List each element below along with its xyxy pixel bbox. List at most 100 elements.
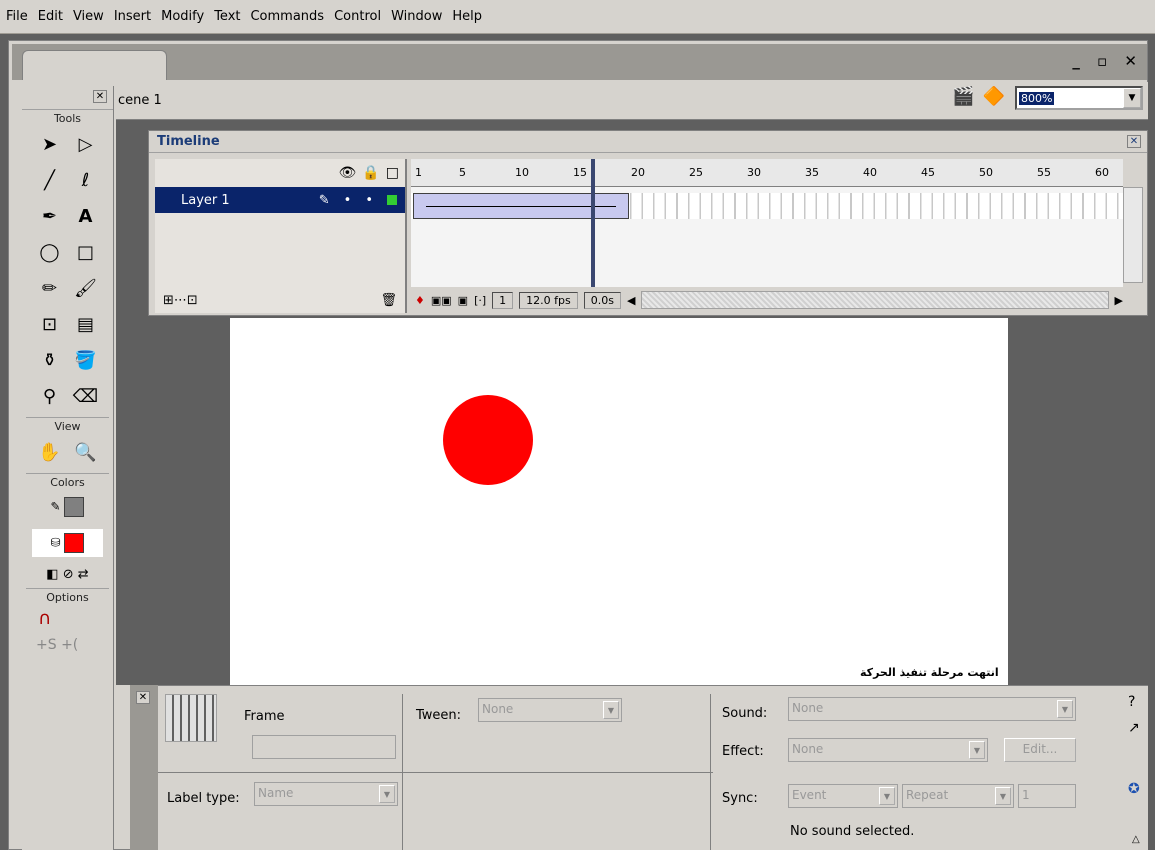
oval-tool-icon[interactable]: ◯ bbox=[32, 237, 68, 267]
edit-scene-icon[interactable]: 🎬 bbox=[952, 86, 974, 107]
no-color-icon[interactable]: ⊘ bbox=[63, 567, 74, 582]
toolbox-divider bbox=[26, 588, 109, 589]
smooth-straighten-icon[interactable]: +S +( bbox=[22, 637, 113, 653]
sound-value: None bbox=[792, 701, 824, 715]
layer-row[interactable]: Layer 1 ✎ • • bbox=[155, 187, 405, 213]
chevron-down-icon[interactable]: ▼ bbox=[1123, 88, 1141, 108]
visible-dot-icon[interactable]: • bbox=[344, 193, 352, 208]
fill-color-row: ⛁ bbox=[32, 529, 103, 557]
repeat-count-input[interactable]: 1 bbox=[1018, 784, 1076, 808]
collapse-icon[interactable]: △ bbox=[1132, 834, 1140, 845]
lock-dot-icon[interactable]: • bbox=[365, 193, 373, 208]
ink-bottle-tool-icon[interactable]: ⚱ bbox=[32, 345, 68, 375]
timeline-horizontal-scrollbar[interactable] bbox=[641, 291, 1109, 309]
chevron-down-icon[interactable]: ▼ bbox=[1057, 700, 1073, 718]
chevron-down-icon[interactable]: ▼ bbox=[379, 785, 395, 803]
menu-edit[interactable]: Edit bbox=[38, 9, 63, 24]
center-frame-icon[interactable]: ♦ bbox=[415, 294, 425, 307]
menu-file[interactable]: File bbox=[6, 9, 28, 24]
window-controls[interactable]: _ ▫ ✕ bbox=[1072, 52, 1143, 70]
scroll-left-icon[interactable]: ◀ bbox=[627, 294, 635, 307]
edit-multiple-frames-icon[interactable]: ▣ bbox=[458, 294, 468, 307]
close-icon[interactable]: ✕ bbox=[93, 90, 107, 103]
lock-icon[interactable]: 🔒 bbox=[362, 165, 379, 181]
chevron-down-icon[interactable]: ▼ bbox=[995, 787, 1011, 805]
menu-help[interactable]: Help bbox=[452, 9, 482, 24]
playhead[interactable] bbox=[591, 159, 595, 287]
frame-ruler[interactable]: 1 5 10 15 20 25 30 35 40 45 50 55 60 bbox=[411, 159, 1123, 187]
view-section-label: View bbox=[54, 420, 81, 433]
eyedropper-tool-icon[interactable]: ⚲ bbox=[32, 381, 68, 411]
document-tab[interactable] bbox=[22, 50, 167, 80]
menu-window[interactable]: Window bbox=[391, 9, 442, 24]
hand-tool-icon[interactable]: ✋ bbox=[32, 437, 68, 467]
sync-select[interactable]: Event ▼ bbox=[788, 784, 898, 808]
brush-tool-icon[interactable]: 🖌 bbox=[68, 273, 104, 303]
modify-onion-markers-icon[interactable]: [·] bbox=[474, 294, 486, 307]
scene-label[interactable]: cene 1 bbox=[118, 93, 162, 108]
zoom-select[interactable]: 800% ▼ bbox=[1015, 86, 1143, 110]
timeline-vertical-scrollbar[interactable] bbox=[1123, 187, 1143, 283]
edit-symbols-icon[interactable]: 🔶 bbox=[983, 86, 1005, 107]
ruler-tick: 60 bbox=[1095, 166, 1109, 179]
fill-transform-tool-icon[interactable]: ▤ bbox=[68, 309, 104, 339]
toolbox-header[interactable]: ✕ bbox=[22, 86, 113, 110]
menu-modify[interactable]: Modify bbox=[161, 9, 204, 24]
pencil-icon: ✎ bbox=[318, 192, 330, 208]
help-icon[interactable]: ? bbox=[1128, 694, 1135, 710]
pencil-tool-icon[interactable]: ✏ bbox=[32, 273, 68, 303]
eye-icon[interactable]: 👁 bbox=[339, 165, 357, 181]
layer-header: 👁 🔒 □ bbox=[155, 159, 405, 187]
onion-skin-icon[interactable]: ▣▣ bbox=[431, 294, 452, 307]
snap-magnet-icon[interactable]: ∩ bbox=[22, 608, 113, 629]
zoom-tool-icon[interactable]: 🔍 bbox=[68, 437, 104, 467]
trash-icon[interactable]: 🗑 bbox=[380, 293, 397, 308]
close-icon[interactable]: ✕ bbox=[136, 691, 150, 704]
label-type-select[interactable]: Name ▼ bbox=[254, 782, 398, 806]
outline-color-icon[interactable] bbox=[387, 195, 397, 205]
launch-icon[interactable]: ↗ bbox=[1128, 720, 1140, 736]
repeat-select[interactable]: Repeat ▼ bbox=[902, 784, 1014, 808]
chevron-down-icon[interactable]: ▼ bbox=[879, 787, 895, 805]
tween-select[interactable]: None ▼ bbox=[478, 698, 622, 722]
menu-control[interactable]: Control bbox=[334, 9, 381, 24]
accessibility-icon[interactable]: ✪ bbox=[1128, 781, 1140, 797]
stage[interactable] bbox=[230, 318, 1008, 688]
chevron-down-icon[interactable]: ▼ bbox=[969, 741, 985, 759]
stroke-color-swatch[interactable] bbox=[64, 497, 85, 517]
rectangle-tool-icon[interactable]: □ bbox=[68, 237, 104, 267]
subselect-tool-icon[interactable]: ▷ bbox=[68, 129, 104, 159]
fill-color-swatch[interactable] bbox=[64, 533, 85, 553]
lasso-tool-icon[interactable]: ℓ bbox=[68, 165, 104, 195]
document-tab-strip bbox=[12, 44, 1147, 80]
frame-name-input[interactable] bbox=[252, 735, 396, 759]
line-tool-icon[interactable]: ╱ bbox=[32, 165, 68, 195]
default-colors-icon[interactable]: ◧ bbox=[46, 567, 58, 582]
stroke-color-row: ✎ bbox=[22, 497, 113, 517]
sound-select[interactable]: None ▼ bbox=[788, 697, 1076, 721]
free-transform-tool-icon[interactable]: ⊡ bbox=[32, 309, 68, 339]
property-inspector-grip[interactable]: ✕ bbox=[130, 685, 158, 850]
scroll-right-icon[interactable]: ▶ bbox=[1115, 294, 1123, 307]
swap-colors-icon[interactable]: ⇄ bbox=[78, 567, 89, 582]
sound-label: Sound: bbox=[722, 706, 768, 721]
eraser-tool-icon[interactable]: ⌫ bbox=[68, 381, 104, 411]
paint-bucket-tool-icon[interactable]: 🪣 bbox=[68, 345, 104, 375]
frame-grid[interactable]: 1 5 10 15 20 25 30 35 40 45 50 55 60 bbox=[411, 159, 1123, 287]
motion-tween-span[interactable] bbox=[413, 193, 629, 219]
pen-tool-icon[interactable]: ✒ bbox=[32, 201, 68, 231]
menu-insert[interactable]: Insert bbox=[114, 9, 151, 24]
red-circle[interactable] bbox=[443, 395, 533, 485]
outline-icon[interactable]: □ bbox=[386, 165, 399, 181]
effect-select[interactable]: None ▼ bbox=[788, 738, 988, 762]
arrow-tool-icon[interactable]: ➤ bbox=[32, 129, 68, 159]
chevron-down-icon[interactable]: ▼ bbox=[603, 701, 619, 719]
close-icon[interactable]: ✕ bbox=[1127, 135, 1141, 148]
add-layer-icon[interactable]: ⊞⋯⊡ bbox=[163, 293, 198, 308]
timeline-title-bar[interactable]: Timeline ✕ bbox=[149, 131, 1147, 153]
menu-commands[interactable]: Commands bbox=[250, 9, 324, 24]
edit-button[interactable]: Edit... bbox=[1004, 738, 1076, 762]
menu-view[interactable]: View bbox=[73, 9, 104, 24]
text-tool-icon[interactable]: A bbox=[68, 201, 104, 231]
menu-text[interactable]: Text bbox=[214, 9, 240, 24]
